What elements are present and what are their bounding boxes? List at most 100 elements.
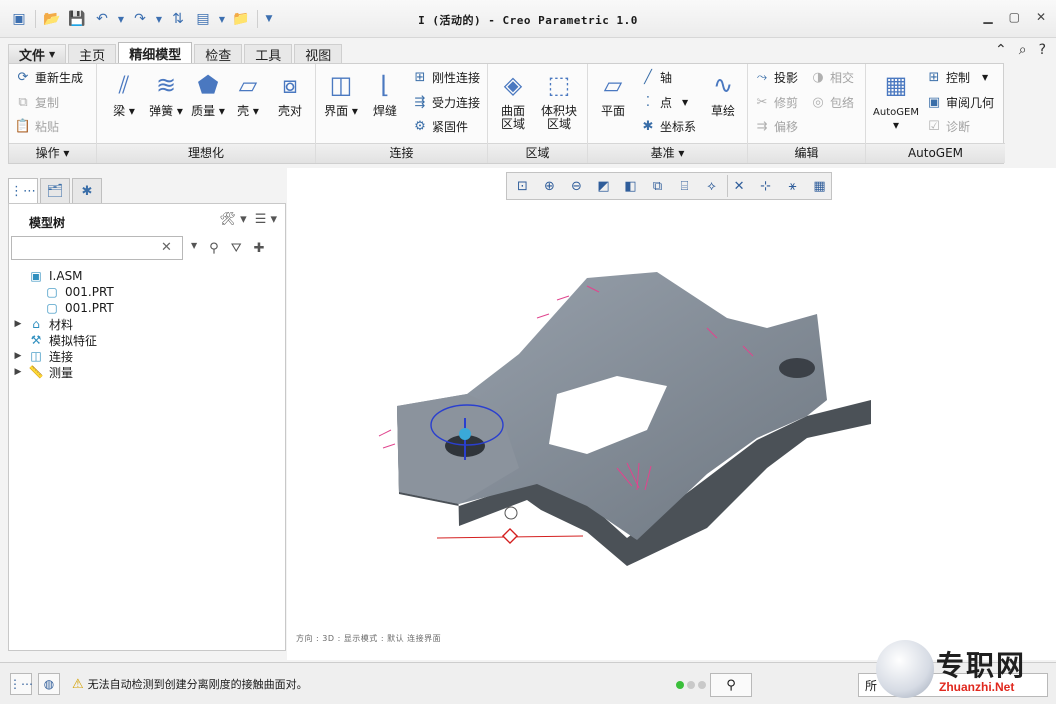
axis-icon: ╱ xyxy=(644,69,652,85)
tree-item[interactable]: ▶ 📏 测量 xyxy=(13,364,114,380)
repaint-icon[interactable]: ◩ xyxy=(592,175,615,197)
search-icon[interactable]: ⌕ xyxy=(1019,42,1027,58)
tree-search-input[interactable] xyxy=(11,236,183,260)
clear-icon[interactable]: ✕ xyxy=(161,240,172,255)
watermark-en: Zhuanzhi.Net xyxy=(936,680,1018,694)
chevron-down-icon[interactable]: ▼ xyxy=(191,241,197,256)
sketch-button[interactable]: ∿ 草绘 xyxy=(700,68,746,118)
spring-button[interactable]: ≋ 弹簧 ▾ xyxy=(143,68,189,118)
axis-button[interactable]: ╱ 轴 xyxy=(640,66,672,88)
view-toolbar: ⊡ ⊕ ⊖ ◩ ◧ ⧉ ⌸ ⟡ ✕ ⊹ ⚹ ▦ xyxy=(506,172,832,200)
collapse-ribbon-icon[interactable]: ⌃ xyxy=(995,42,1007,58)
show-browser-icon[interactable]: ◍ xyxy=(38,673,60,695)
tab-refine-model[interactable]: 精细模型 xyxy=(118,42,193,64)
simulation-display-icon[interactable]: ▦ xyxy=(808,175,831,197)
group-label[interactable]: 操作 ▾ xyxy=(9,143,96,163)
model-view[interactable] xyxy=(287,168,1056,660)
tab-tools[interactable]: 工具 xyxy=(244,44,293,64)
ribbon-right-tools: ⌃ ⌕ ? xyxy=(995,42,1046,58)
graphics-window[interactable] xyxy=(287,168,1056,660)
tree-item[interactable]: ⚒ 模拟特征 xyxy=(13,332,114,348)
tree-item[interactable]: ▢ 001.PRT xyxy=(13,300,113,316)
tab-home[interactable]: 主页 xyxy=(68,44,117,64)
project-button[interactable]: ⤳ 投影 xyxy=(754,66,798,88)
interface-button[interactable]: ◫ 界面 ▾ xyxy=(318,68,364,118)
chevron-down-icon: ▼ xyxy=(982,72,989,82)
spin-center-icon[interactable]: ⊹ xyxy=(754,175,777,197)
intersect-button[interactable]: ◑ 相交 xyxy=(810,66,854,88)
diagnostics-button[interactable]: ☑ 诊断 xyxy=(926,115,970,137)
csys-button[interactable]: ✱ 坐标系 xyxy=(640,115,696,137)
regenerate-button[interactable]: ⟳ 重新生成 xyxy=(15,66,83,88)
assembly-icon: ▣ xyxy=(30,269,42,283)
rigid-link-button[interactable]: ⊞ 刚性连接 xyxy=(412,66,480,88)
beam-icon: ⫽ xyxy=(118,70,130,99)
annotation-display-icon[interactable]: ⚹ xyxy=(781,175,804,197)
settings-icon[interactable]: 🛠 ▾ xyxy=(220,212,247,227)
group-label: 连接 xyxy=(316,143,487,163)
material-icon: ⌂ xyxy=(32,317,40,331)
right-hole xyxy=(779,358,815,378)
tree-item[interactable]: ▶ ⌂ 材料 xyxy=(13,316,114,332)
offset-icon: ⇉ xyxy=(756,118,768,134)
tab-inspect[interactable]: 检查 xyxy=(194,44,243,64)
zoom-out-icon[interactable]: ⊖ xyxy=(565,175,588,197)
datum-display-icon[interactable]: ✕ xyxy=(727,175,750,197)
offset-button[interactable]: ⇉ 偏移 xyxy=(754,115,798,137)
tree-item[interactable]: ▣ I.ASM xyxy=(13,268,114,284)
window-title: I (活动的) - Creo Parametric 1.0 xyxy=(418,14,638,27)
weld-button[interactable]: ⌊ 焊缝 xyxy=(362,68,408,118)
control-button[interactable]: ⊞ 控制 ▼ xyxy=(926,66,989,88)
review-geometry-button[interactable]: ▣ 审阅几何 xyxy=(926,91,994,113)
weld-icon: ⌊ xyxy=(380,70,390,99)
group-label[interactable]: 基准 ▾ xyxy=(588,143,747,163)
fastener-icon: ⚙ xyxy=(414,118,426,134)
show-menu-icon[interactable]: ☰ ▾ xyxy=(255,212,277,227)
plane-button[interactable]: ▱ 平面 xyxy=(590,68,636,118)
autogem-icon: ▦ xyxy=(884,70,908,99)
regen-status xyxy=(676,681,706,689)
refit-icon[interactable]: ⊡ xyxy=(511,175,534,197)
maximize-icon[interactable]: ▢ xyxy=(1009,10,1020,24)
view-manager-icon[interactable]: ⌸ xyxy=(673,175,696,197)
intersect-icon: ◑ xyxy=(812,69,824,85)
model-tree-tab-icon[interactable]: ⋮⋯ xyxy=(8,178,38,204)
minimize-icon[interactable]: ▁ xyxy=(983,10,992,24)
find-button[interactable]: ⚲ xyxy=(710,673,752,697)
shell-pair-button[interactable]: ⧇ 壳对 xyxy=(267,68,313,118)
volume-region-button[interactable]: ⬚ 体积块 区域 xyxy=(536,68,582,131)
show-navigator-icon[interactable]: ⋮⋯ xyxy=(9,673,33,695)
autogem-button[interactable]: ▦ AutoGEM ▾ xyxy=(872,68,920,132)
tree-item[interactable]: ▶ ◫ 连接 xyxy=(13,348,114,364)
wrap-button[interactable]: ◎ 包络 xyxy=(810,91,854,113)
beam-button[interactable]: ⫽ 梁 ▾ xyxy=(101,68,147,118)
shell-button[interactable]: ▱ 壳 ▾ xyxy=(225,68,271,118)
add-icon[interactable]: ✚ xyxy=(254,241,265,256)
display-style-icon[interactable]: ◧ xyxy=(619,175,642,197)
zoom-in-icon[interactable]: ⊕ xyxy=(538,175,561,197)
fastener-button[interactable]: ⚙ 紧固件 xyxy=(412,115,468,137)
find-icon[interactable]: ⚲ xyxy=(209,241,219,256)
surface-region-button[interactable]: ◈ 曲面 区域 xyxy=(490,68,536,131)
trim-icon: ✂ xyxy=(756,94,768,110)
trim-button[interactable]: ✂ 修剪 xyxy=(754,91,798,113)
wrap-icon: ◎ xyxy=(812,94,824,110)
group-connection: ◫ 界面 ▾ ⌊ 焊缝 ⊞ 刚性连接 ⇶ 受力连接 ⚙ 紧固件 连接 xyxy=(316,64,488,163)
copy-icon: ⧉ xyxy=(18,94,28,110)
paste-button[interactable]: 📋 粘贴 xyxy=(15,115,59,137)
weighted-link-button[interactable]: ⇶ 受力连接 xyxy=(412,91,480,113)
favorites-tab-icon[interactable]: ✱ xyxy=(72,178,102,204)
connection-icon: ◫ xyxy=(30,349,42,363)
perspective-icon[interactable]: ⟡ xyxy=(700,175,723,197)
close-icon[interactable]: ✕ xyxy=(1036,10,1046,24)
tab-view[interactable]: 视图 xyxy=(294,44,343,64)
tab-file[interactable]: 文件 ▼ xyxy=(8,44,67,64)
saved-orientations-icon[interactable]: ⧉ xyxy=(646,175,669,197)
filter-icon[interactable]: ⛛ xyxy=(231,241,242,256)
window-controls: ▁ ▢ ✕ xyxy=(983,10,1046,24)
folder-browser-tab-icon[interactable]: 🗂 xyxy=(40,178,70,204)
point-button[interactable]: ⁚ 点 ▼ xyxy=(640,91,688,113)
copy-button[interactable]: ⧉ 复制 xyxy=(15,91,59,113)
tree-item[interactable]: ▢ 001.PRT xyxy=(13,284,113,300)
help-icon[interactable]: ? xyxy=(1039,42,1046,58)
